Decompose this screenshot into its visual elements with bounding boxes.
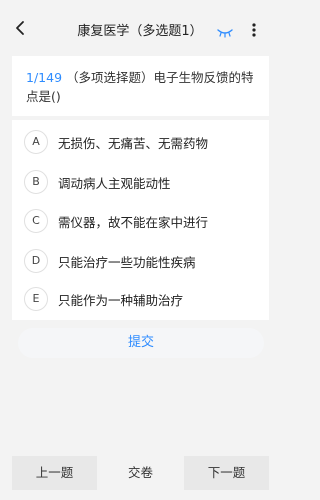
option-c[interactable]: C 需仪器，故不能在家中进行 — [12, 201, 269, 241]
option-letter: C — [24, 209, 48, 233]
question-card: 1/149 （多项选择题）电子生物反馈的特点是() — [12, 56, 269, 116]
question-text-block: 1/149 （多项选择题）电子生物反馈的特点是() — [26, 68, 260, 106]
option-letter: A — [24, 130, 48, 154]
submit-button[interactable]: 提交 — [18, 328, 264, 358]
next-question-button[interactable]: 下一题 — [184, 456, 269, 490]
option-letter: B — [24, 170, 48, 194]
option-a[interactable]: A 无损伤、无痛苦、无需药物 — [12, 122, 269, 162]
option-letter: E — [24, 287, 48, 311]
option-text: 调动病人主观能动性 — [58, 176, 171, 191]
option-text: 只能作为一种辅助治疗 — [58, 293, 184, 308]
back-arrow-icon[interactable] — [10, 18, 30, 38]
bottom-nav: 上一题 交卷 下一题 — [12, 456, 269, 490]
option-text: 只能治疗一些功能性疾病 — [58, 255, 196, 270]
prev-question-button[interactable]: 上一题 — [12, 456, 97, 490]
option-d[interactable]: D 只能治疗一些功能性疾病 — [12, 241, 269, 281]
option-text: 需仪器，故不能在家中进行 — [58, 215, 209, 230]
option-text: 无损伤、无痛苦、无需药物 — [58, 136, 209, 151]
question-number: 1/149 — [26, 70, 63, 85]
more-vertical-icon[interactable] — [248, 20, 260, 40]
option-e[interactable]: E 只能作为一种辅助治疗 — [12, 279, 269, 319]
options-list: A 无损伤、无痛苦、无需药物 B 调动病人主观能动性 C 需仪器，故不能在家中进… — [12, 120, 269, 320]
option-b[interactable]: B 调动病人主观能动性 — [12, 162, 269, 202]
eye-closed-icon[interactable] — [216, 24, 234, 38]
hand-in-button[interactable]: 交卷 — [97, 456, 184, 490]
page-title: 康复医学（多选题1） — [77, 24, 203, 39]
top-bar: 康复医学（多选题1） — [0, 0, 281, 56]
option-letter: D — [24, 249, 48, 273]
